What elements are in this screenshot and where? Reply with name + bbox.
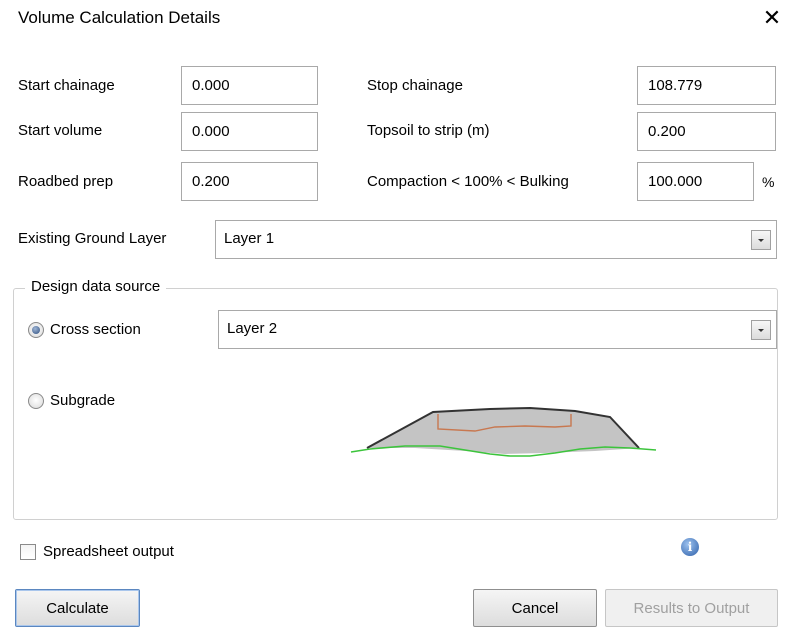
subgrade-label: Subgrade (50, 392, 116, 409)
spreadsheet-output-checkbox[interactable]: Spreadsheet output (20, 542, 174, 562)
spreadsheet-output-label: Spreadsheet output (43, 543, 174, 560)
cross-section-layer-value: Layer 2 (227, 320, 278, 337)
topsoil-input[interactable] (637, 112, 776, 151)
compaction-input[interactable] (637, 162, 754, 201)
start-volume-label: Start volume (18, 122, 103, 139)
results-to-output-button[interactable]: Results to Output (605, 589, 778, 627)
design-data-source-legend: Design data source (25, 277, 167, 297)
info-icon[interactable]: i (681, 538, 699, 556)
radio-unselected-icon[interactable] (28, 393, 44, 409)
radio-selected-icon[interactable] (28, 322, 44, 338)
cross-section-radio[interactable]: Cross section (28, 320, 141, 340)
checkbox-box[interactable] (20, 544, 36, 560)
cross-section-preview-svg (350, 406, 657, 457)
existing-ground-value: Layer 1 (224, 230, 275, 247)
start-chainage-label: Start chainage (18, 77, 115, 94)
cross-section-layer-select[interactable]: Layer 2 (218, 310, 777, 349)
compaction-label: Compaction < 100% < Bulking (367, 173, 569, 190)
volume-calculation-dialog: Volume Calculation Details ✕ Start chain… (0, 0, 788, 638)
chevron-down-icon[interactable] (751, 320, 771, 340)
chevron-down-icon[interactable] (751, 230, 771, 250)
percent-unit-label: % (762, 174, 775, 190)
cancel-button[interactable]: Cancel (473, 589, 597, 627)
close-icon[interactable]: ✕ (760, 4, 784, 32)
start-volume-input[interactable] (181, 112, 318, 151)
stop-chainage-input[interactable] (637, 66, 776, 105)
topsoil-label: Topsoil to strip (m) (367, 122, 490, 139)
stop-chainage-label: Stop chainage (367, 77, 463, 94)
cross-section-label: Cross section (50, 321, 141, 338)
start-chainage-input[interactable] (181, 66, 318, 105)
cross-section-preview (325, 364, 681, 505)
roadbed-prep-input[interactable] (181, 162, 318, 201)
subgrade-radio[interactable]: Subgrade (28, 391, 115, 411)
dialog-title: Volume Calculation Details (18, 8, 221, 27)
calculate-button[interactable]: Calculate (15, 589, 140, 627)
existing-ground-select[interactable]: Layer 1 (215, 220, 777, 259)
roadbed-prep-label: Roadbed prep (18, 173, 114, 190)
existing-ground-label: Existing Ground Layer (18, 230, 167, 247)
